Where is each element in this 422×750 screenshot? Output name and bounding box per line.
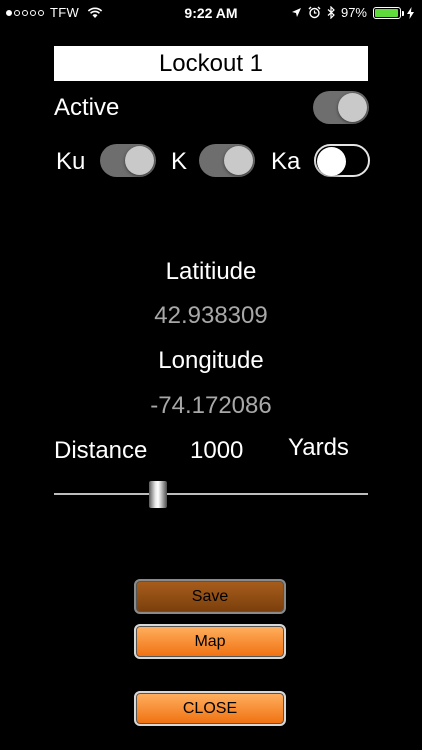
band-ku-label: Ku [56, 148, 86, 175]
active-label: Active [54, 94, 120, 121]
distance-slider-thumb[interactable] [148, 481, 167, 508]
toggle-knob [125, 146, 154, 175]
status-right: 97% [291, 5, 414, 20]
band-k-label: K [171, 148, 188, 175]
location-arrow-icon [291, 8, 301, 17]
battery-fill [375, 8, 399, 17]
latitude-label: Latitiude [165, 258, 257, 285]
distance-label: Distance [54, 437, 148, 464]
save-button[interactable]: Save [134, 579, 286, 614]
band-ka-toggle[interactable] [314, 144, 370, 177]
distance-value: 1000 [190, 437, 244, 464]
battery-icon [373, 6, 404, 19]
band-k-toggle[interactable] [199, 144, 255, 177]
bluetooth-icon [327, 6, 335, 19]
longitude-label: Longitude [158, 347, 264, 374]
lockout-name-field[interactable]: Lockout 1 [54, 46, 368, 81]
status-bar: TFW 9:22 AM 97% [0, 0, 422, 26]
alarm-icon [308, 6, 321, 19]
map-button[interactable]: Map [134, 624, 286, 659]
toggle-knob [224, 146, 253, 175]
band-ka-label: Ka [271, 148, 301, 175]
active-toggle[interactable] [313, 91, 369, 124]
toggle-knob [338, 93, 367, 122]
battery-percent: 97% [340, 5, 367, 20]
toggle-knob [317, 147, 346, 176]
latitude-value: 42.938309 [154, 302, 268, 329]
close-button[interactable]: CLOSE [134, 691, 286, 726]
charging-bolt-icon [407, 6, 414, 19]
distance-unit: Yards [288, 434, 349, 461]
longitude-value: -74.172086 [150, 392, 272, 419]
band-ku-toggle[interactable] [100, 144, 156, 177]
distance-slider-track[interactable] [54, 493, 368, 495]
